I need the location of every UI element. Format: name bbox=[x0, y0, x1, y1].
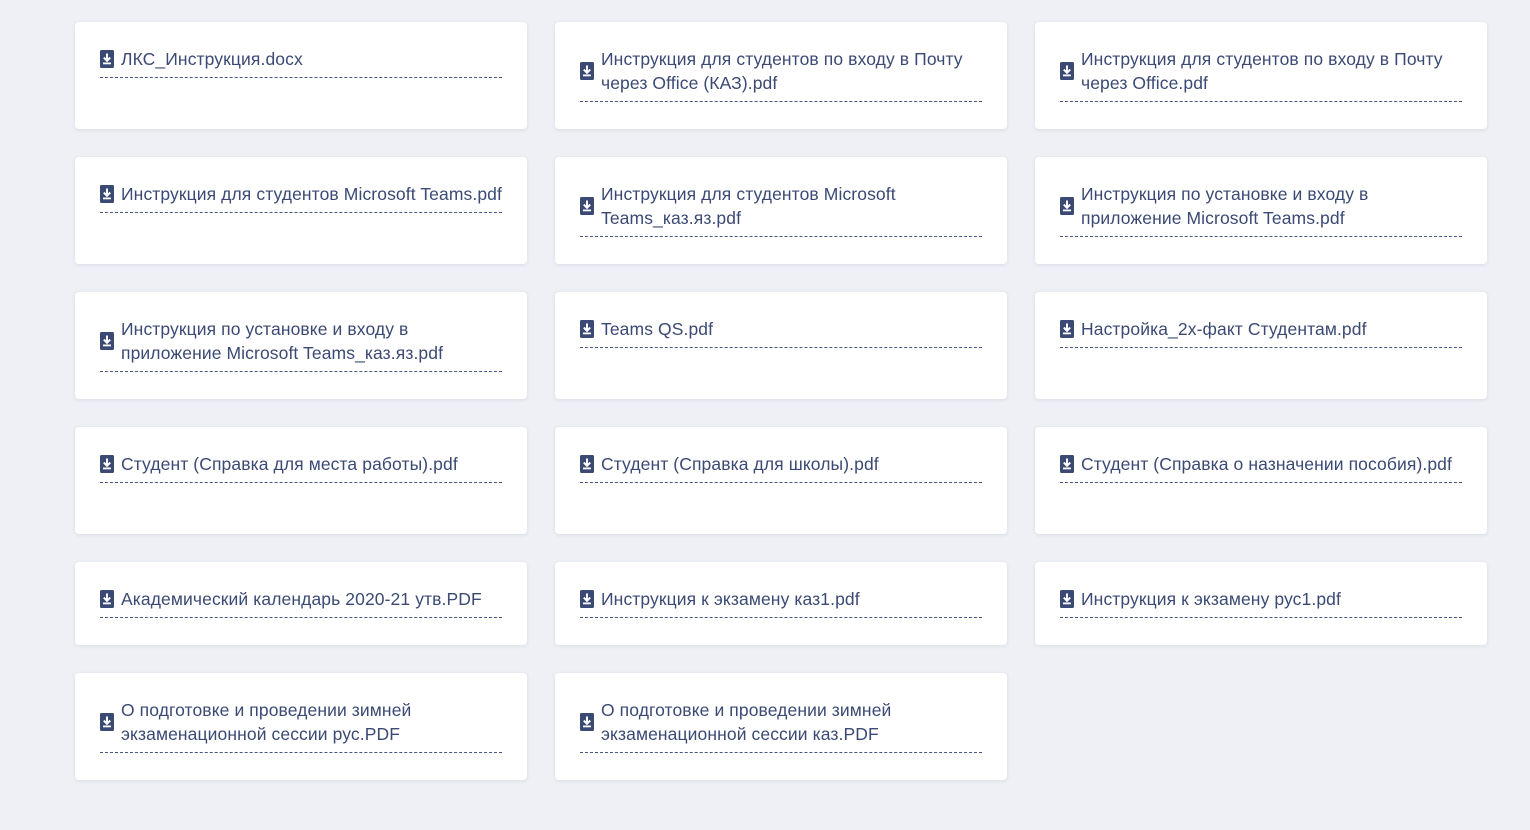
document-name: Инструкция по установке и входу в прилож… bbox=[1081, 184, 1369, 228]
document-card: Инструкция для студентов по входу в Почт… bbox=[555, 22, 1007, 129]
document-link[interactable]: О подготовке и проведении зимней экзамен… bbox=[580, 698, 982, 753]
document-name: Настройка_2х-факт Студентам.pdf bbox=[1081, 319, 1367, 339]
document-card: Инструкция к экзамену каз1.pdf bbox=[555, 562, 1007, 645]
document-name: Академический календарь 2020-21 утв.PDF bbox=[121, 589, 482, 609]
documents-row: Инструкция для студентов Microsoft Teams… bbox=[75, 157, 1488, 264]
document-name: О подготовке и проведении зимней экзамен… bbox=[121, 700, 412, 744]
document-card: Инструкция для студентов по входу в Почт… bbox=[1035, 22, 1487, 129]
document-link[interactable]: ЛКС_Инструкция.docx bbox=[100, 47, 502, 78]
document-link[interactable]: Инструкция по установке и входу в прилож… bbox=[100, 317, 502, 372]
document-link[interactable]: Студент (Справка для места работы).pdf bbox=[100, 452, 502, 483]
document-name: Студент (Справка для школы).pdf bbox=[601, 454, 879, 474]
file-download-icon bbox=[580, 590, 594, 608]
file-download-icon bbox=[580, 320, 594, 338]
file-download-icon bbox=[100, 332, 114, 350]
file-download-icon bbox=[100, 455, 114, 473]
document-card: Студент (Справка о назначении пособия).p… bbox=[1035, 427, 1487, 534]
file-download-icon bbox=[100, 713, 114, 731]
document-name: Инструкция к экзамену рус1.pdf bbox=[1081, 589, 1341, 609]
documents-row: Студент (Справка для места работы).pdf С… bbox=[75, 427, 1488, 534]
document-card: Инструкция по установке и входу в прилож… bbox=[1035, 157, 1487, 264]
document-name: Инструкция к экзамену каз1.pdf bbox=[601, 589, 860, 609]
document-link[interactable]: О подготовке и проведении зимней экзамен… bbox=[100, 698, 502, 753]
document-link[interactable]: Инструкция для студентов по входу в Почт… bbox=[580, 47, 982, 102]
document-link[interactable]: Инструкция к экзамену каз1.pdf bbox=[580, 587, 982, 618]
documents-row: Академический календарь 2020-21 утв.PDF … bbox=[75, 562, 1488, 645]
file-download-icon bbox=[580, 197, 594, 215]
document-link[interactable]: Инструкция к экзамену рус1.pdf bbox=[1060, 587, 1462, 618]
documents-row: ЛКС_Инструкция.docx Инструкция для студе… bbox=[75, 22, 1488, 129]
file-download-icon bbox=[100, 50, 114, 68]
file-download-icon bbox=[1060, 590, 1074, 608]
document-link[interactable]: Инструкция для студентов по входу в Почт… bbox=[1060, 47, 1462, 102]
document-card: Академический календарь 2020-21 утв.PDF bbox=[75, 562, 527, 645]
document-link[interactable]: Инструкция для студентов Microsoft Teams… bbox=[100, 182, 502, 213]
document-card: Студент (Справка для места работы).pdf bbox=[75, 427, 527, 534]
document-name: ЛКС_Инструкция.docx bbox=[121, 49, 303, 69]
document-link[interactable]: Teams QS.pdf bbox=[580, 317, 982, 348]
file-download-icon bbox=[1060, 62, 1074, 80]
document-link[interactable]: Настройка_2х-факт Студентам.pdf bbox=[1060, 317, 1462, 348]
file-download-icon bbox=[1060, 455, 1074, 473]
file-download-icon bbox=[580, 713, 594, 731]
document-card: Инструкция для студентов Microsoft Teams… bbox=[555, 157, 1007, 264]
document-link[interactable]: Студент (Справка для школы).pdf bbox=[580, 452, 982, 483]
document-card: Инструкция к экзамену рус1.pdf bbox=[1035, 562, 1487, 645]
document-link[interactable]: Академический календарь 2020-21 утв.PDF bbox=[100, 587, 502, 618]
document-name: Инструкция для студентов по входу в Почт… bbox=[1081, 49, 1443, 93]
file-download-icon bbox=[100, 185, 114, 203]
document-card: ЛКС_Инструкция.docx bbox=[75, 22, 527, 129]
document-card: Студент (Справка для школы).pdf bbox=[555, 427, 1007, 534]
document-link[interactable]: Инструкция для студентов Microsoft Teams… bbox=[580, 182, 982, 237]
document-card: О подготовке и проведении зимней экзамен… bbox=[555, 673, 1007, 780]
document-name: Инструкция для студентов по входу в Почт… bbox=[601, 49, 963, 93]
document-name: Студент (Справка для места работы).pdf bbox=[121, 454, 458, 474]
document-name: Инструкция для студентов Microsoft Teams… bbox=[601, 184, 896, 228]
document-name: Инструкция для студентов Microsoft Teams… bbox=[121, 184, 502, 204]
document-card: Настройка_2х-факт Студентам.pdf bbox=[1035, 292, 1487, 399]
document-card: Инструкция по установке и входу в прилож… bbox=[75, 292, 527, 399]
document-link[interactable]: Инструкция по установке и входу в прилож… bbox=[1060, 182, 1462, 237]
file-download-icon bbox=[580, 62, 594, 80]
document-name: Студент (Справка о назначении пособия).p… bbox=[1081, 454, 1452, 474]
document-card: Teams QS.pdf bbox=[555, 292, 1007, 399]
file-download-icon bbox=[1060, 320, 1074, 338]
document-name: О подготовке и проведении зимней экзамен… bbox=[601, 700, 892, 744]
documents-row: Инструкция по установке и входу в прилож… bbox=[75, 292, 1488, 399]
document-name: Teams QS.pdf bbox=[601, 319, 714, 339]
file-download-icon bbox=[580, 455, 594, 473]
document-link[interactable]: Студент (Справка о назначении пособия).p… bbox=[1060, 452, 1462, 483]
document-name: Инструкция по установке и входу в прилож… bbox=[121, 319, 444, 363]
file-download-icon bbox=[1060, 197, 1074, 215]
documents-row: О подготовке и проведении зимней экзамен… bbox=[75, 673, 1488, 780]
document-card: Инструкция для студентов Microsoft Teams… bbox=[75, 157, 527, 264]
file-download-icon bbox=[100, 590, 114, 608]
documents-grid: ЛКС_Инструкция.docx Инструкция для студе… bbox=[75, 22, 1488, 808]
document-card: О подготовке и проведении зимней экзамен… bbox=[75, 673, 527, 780]
